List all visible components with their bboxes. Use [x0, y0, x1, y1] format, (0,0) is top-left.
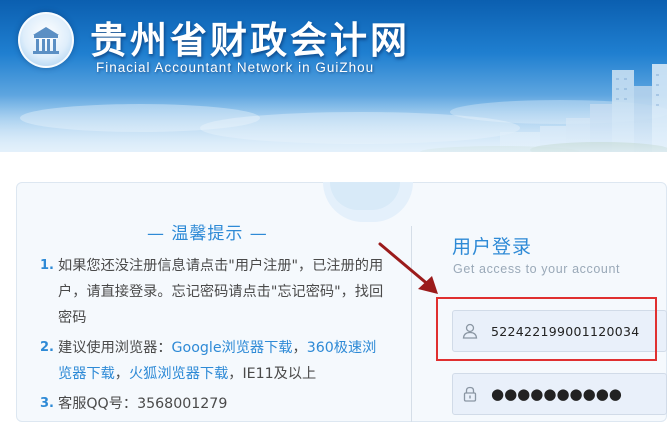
password-input[interactable] — [491, 374, 661, 414]
site-title: 贵州省财政会计网 — [90, 19, 410, 62]
tip-item: 2. 建议使用浏览器：Google浏览器下载，360极速浏览器下载，火狐浏览器下… — [40, 335, 390, 387]
tip-number: 3. — [40, 396, 54, 411]
site-subtitle: Finacial Accountant Network in GuiZhou — [96, 60, 375, 75]
building-icon — [33, 27, 59, 54]
tip-number: 1. — [40, 258, 54, 273]
google-browser-download-link[interactable]: Google浏览器下载 — [172, 340, 293, 356]
separator: ， — [292, 340, 307, 356]
header-banner: 贵州省财政会计网 Finacial Accountant Network in … — [0, 0, 667, 152]
lock-icon — [463, 386, 477, 402]
tip-number: 2. — [40, 340, 54, 355]
separator: ， — [114, 366, 129, 382]
tip-item: 1. 如果您还没注册信息请点击"用户注册"，已注册的用户，请直接登录。忘记密码请… — [40, 253, 390, 331]
login-title: 用户登录 — [452, 236, 533, 258]
password-field[interactable] — [452, 373, 667, 415]
firefox-download-link[interactable]: 火狐浏览器下载 — [129, 366, 228, 382]
tips-list: 1. 如果您还没注册信息请点击"用户注册"，已注册的用户，请直接登录。忘记密码请… — [40, 253, 390, 417]
annotation-arrow-icon — [378, 242, 438, 294]
tip-text: 客服QQ号：3568001279 — [58, 396, 228, 412]
tip-text: ，IE11及以上 — [228, 366, 317, 382]
tips-title: — 温馨提示 — — [147, 224, 268, 244]
login-subtitle: Get access to your account — [453, 262, 621, 276]
banner-haze — [0, 95, 667, 152]
username-highlight-box — [436, 297, 657, 361]
tip-item: 3. 客服QQ号：3568001279 — [40, 391, 390, 417]
site-logo — [18, 12, 74, 68]
tip-text: 如果您还没注册信息请点击"用户注册"，已注册的用户，请直接登录。忘记密码请点击"… — [58, 258, 384, 326]
tip-text: 建议使用浏览器： — [58, 340, 172, 356]
